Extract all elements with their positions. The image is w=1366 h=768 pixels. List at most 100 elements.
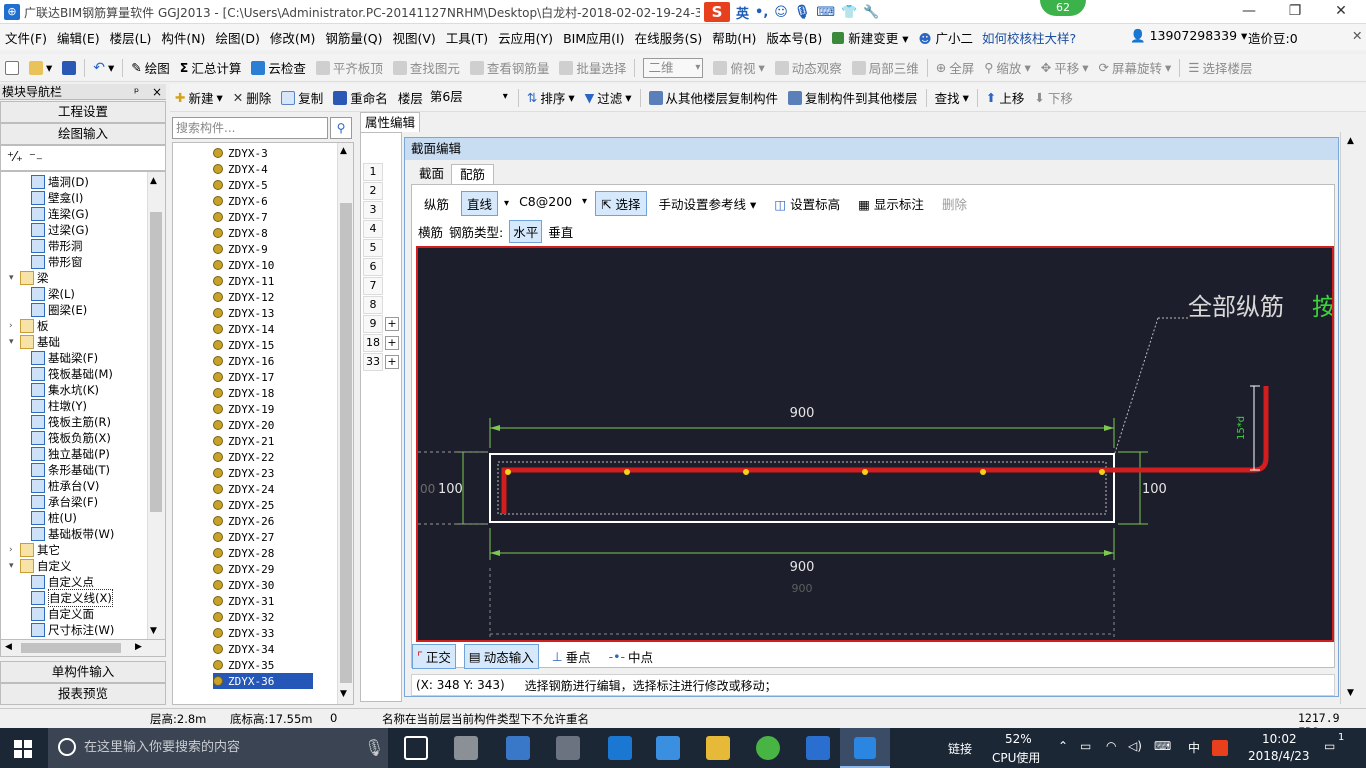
notification-badge[interactable]: 62 xyxy=(1040,0,1086,16)
tree-item[interactable]: 连梁(G) xyxy=(31,206,89,222)
expand-plus-icon[interactable]: + xyxy=(385,317,399,331)
scroll-left-icon[interactable]: ◀ xyxy=(5,642,12,652)
menu-draw[interactable]: 绘图(D) xyxy=(210,28,264,47)
rename-button[interactable]: 重命名 xyxy=(328,88,393,107)
tree-item[interactable]: 集水坑(K) xyxy=(31,382,99,398)
copy-component-button[interactable]: 复制 xyxy=(276,88,328,107)
tree-item[interactable]: 桩承台(V) xyxy=(31,478,99,494)
component-item[interactable]: ZDYX-21 xyxy=(213,433,274,449)
component-item[interactable]: ZDYX-22 xyxy=(213,449,274,465)
menu-bim[interactable]: BIM应用(I) xyxy=(558,28,630,47)
expander-icon[interactable]: ▾ xyxy=(9,561,17,571)
tree-item[interactable]: 筏板负筋(X) xyxy=(31,430,111,446)
set-elevation-button[interactable]: ◫ 设置标高 xyxy=(768,191,846,216)
component-item[interactable]: ZDYX-28 xyxy=(213,545,274,561)
copy-from-floor-button[interactable]: 从其他楼层复制构件 xyxy=(644,88,784,107)
zoom-button[interactable]: ⚲ 缩放 ▾ xyxy=(979,58,1035,77)
menu-edit[interactable]: 编辑(E) xyxy=(52,28,105,47)
tree-item[interactable]: 尺寸标注(W) xyxy=(31,622,114,638)
component-item[interactable]: ZDYX-10 xyxy=(213,257,274,273)
tree-item[interactable]: 壁龛(I) xyxy=(31,190,83,206)
component-item[interactable]: ZDYX-16 xyxy=(213,353,274,369)
menu-cloud[interactable]: 云应用(Y) xyxy=(493,28,558,47)
emoji-icon[interactable]: ☺ xyxy=(774,5,788,20)
ime-toolbar[interactable]: S 英 •, ☺ 🎙 ⌨ 👕 🔧 xyxy=(700,2,910,22)
help-link[interactable]: 如何校核柱大样? xyxy=(982,28,1076,47)
dynamic-view-button[interactable]: 动态观察 xyxy=(770,58,847,77)
input-lang[interactable]: 中 xyxy=(1188,739,1200,756)
draw-input-button[interactable]: 绘图输入 xyxy=(0,123,166,145)
file-explorer-icon[interactable] xyxy=(706,736,730,760)
menu-file[interactable]: 文件(F) xyxy=(0,28,52,47)
component-item[interactable]: ZDYX-24 xyxy=(213,481,274,497)
component-item[interactable]: ZDYX-35 xyxy=(213,657,274,673)
h-scroll-thumb[interactable] xyxy=(21,643,121,653)
glodon-icon[interactable] xyxy=(806,736,830,760)
move-up-button[interactable]: ⬆ 上移 xyxy=(981,88,1030,107)
tree-item[interactable]: 基础梁(F) xyxy=(31,350,98,366)
ref-line-button[interactable]: 手动设置参考线 ▾ xyxy=(653,191,763,216)
new-file-button[interactable] xyxy=(0,60,24,75)
tree-item[interactable]: 承台梁(F) xyxy=(31,494,98,510)
horizontal-button[interactable]: 水平 xyxy=(509,219,543,243)
property-row-number[interactable]: 3 xyxy=(363,201,383,219)
component-item[interactable]: ZDYX-15 xyxy=(213,337,274,353)
tree-item[interactable]: 梁(L) xyxy=(31,286,75,302)
save-button[interactable] xyxy=(57,60,81,75)
list-scrollbar[interactable]: ▲ ▼ xyxy=(337,143,353,704)
expander-icon[interactable]: ▾ xyxy=(9,273,17,283)
single-component-button[interactable]: 单构件输入 xyxy=(0,661,166,683)
tree-item[interactable]: ▾ 基础 xyxy=(9,334,60,350)
minimize-button[interactable]: — xyxy=(1226,0,1272,24)
expand-plus-icon[interactable]: + xyxy=(385,355,399,369)
tree-item[interactable]: 筏板基础(M) xyxy=(31,366,113,382)
menu-version[interactable]: 版本号(B) xyxy=(761,28,827,47)
tree-item[interactable]: 筏板主筋(R) xyxy=(31,414,111,430)
component-item[interactable]: ZDYX-8 xyxy=(213,225,268,241)
menu-modify[interactable]: 修改(M) xyxy=(265,28,321,47)
menu-tools[interactable]: 工具(T) xyxy=(441,28,493,47)
edge-icon[interactable] xyxy=(608,736,632,760)
search-icon[interactable]: ⚲ xyxy=(330,117,352,139)
component-item[interactable]: ZDYX-17 xyxy=(213,369,274,385)
property-row-number[interactable]: 9 xyxy=(363,315,383,333)
sum-calc-button[interactable]: Σ 汇总计算 xyxy=(175,58,247,77)
find-element-button[interactable]: 查找图元 xyxy=(388,58,465,77)
rebar-point[interactable] xyxy=(505,469,511,475)
volume-icon[interactable]: ◁) xyxy=(1128,739,1142,753)
tree-item[interactable]: 墙洞(D) xyxy=(31,174,89,190)
tray-network-device-icon[interactable]: ▭ xyxy=(1080,739,1091,753)
keyboard-icon[interactable]: ⌨ xyxy=(816,5,835,20)
tab-section[interactable]: 截面 xyxy=(411,164,452,184)
component-item[interactable]: ZDYX-5 xyxy=(213,177,268,193)
app-pinwheel-icon[interactable] xyxy=(454,736,478,760)
pin-icon[interactable]: ᵖ xyxy=(134,84,139,100)
menu-floor[interactable]: 楼层(L) xyxy=(105,28,157,47)
tree-item[interactable]: 圈梁(E) xyxy=(31,302,87,318)
sogou-icon[interactable]: S xyxy=(704,2,730,22)
keyboard-icon[interactable]: ⌨ xyxy=(1154,739,1171,753)
component-item[interactable]: ZDYX-12 xyxy=(213,289,274,305)
component-item[interactable]: ZDYX-26 xyxy=(213,513,274,529)
pan-button[interactable]: ✥ 平移 ▾ xyxy=(1036,58,1094,77)
expander-icon[interactable]: › xyxy=(9,545,17,555)
property-row-number[interactable]: 6 xyxy=(363,258,383,276)
tools-icon[interactable]: 🔧 xyxy=(863,5,879,20)
floor-select[interactable]: 楼层 第6层 xyxy=(393,88,515,108)
vertical-button[interactable]: 垂直 xyxy=(548,222,573,241)
task-view-icon[interactable] xyxy=(404,736,428,760)
tree-item[interactable]: 自定义面 xyxy=(31,606,94,622)
select-floor-button[interactable]: ☰ 选择楼层 xyxy=(1183,58,1257,77)
line-mode-dropdown-icon[interactable]: ▾ xyxy=(504,198,509,209)
component-search-input[interactable]: 搜索构件... xyxy=(172,117,328,139)
drawing-canvas[interactable]: 全部纵筋 按 900 00 100 100 15*d 900 900 xyxy=(416,246,1334,642)
component-item[interactable]: ZDYX-3 xyxy=(213,145,268,161)
skin-icon[interactable]: 👕 xyxy=(841,5,857,20)
property-row-number[interactable]: 18 xyxy=(363,334,383,352)
tree-item[interactable]: 独立基础(P) xyxy=(31,446,110,462)
dim-right-label[interactable]: 100 xyxy=(1142,482,1167,497)
tree-scroll-thumb[interactable] xyxy=(150,212,162,512)
ie-icon[interactable] xyxy=(506,736,530,760)
move-down-button[interactable]: ⬇ 下移 xyxy=(1029,88,1078,107)
taskbar-search[interactable]: 在这里输入你要搜索的内容 xyxy=(48,728,388,768)
